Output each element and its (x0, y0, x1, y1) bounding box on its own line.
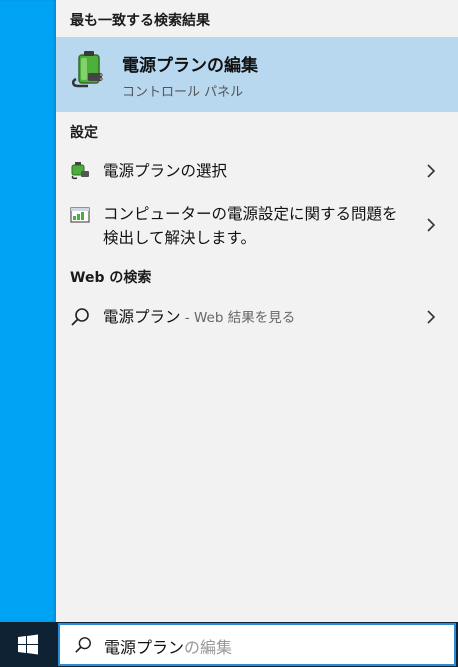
search-autocomplete-text: の編集 (184, 638, 233, 657)
search-icon (71, 308, 89, 326)
power-plan-battery-icon (72, 51, 103, 88)
search-query-text: 電源プランの編集 (104, 634, 232, 658)
best-match-subtitle: コントロール パネル (122, 85, 244, 100)
settings-header: 設定 (70, 125, 98, 141)
chevron-right-icon (427, 164, 436, 178)
start-sidebar (0, 0, 56, 622)
best-match-result[interactable]: 電源プランの編集 コントロール パネル (56, 37, 458, 112)
settings-item-label-line1: コンピューターの電源設定に関する問題を (103, 205, 398, 223)
taskbar: 電源プランの編集 (0, 622, 458, 667)
web-search-suffix: - Web 結果を見る (180, 310, 296, 326)
search-results-panel: 最も一致する検索結果 電源プランの編集 コントロール パネル 設定 電源プランの… (56, 0, 458, 622)
chevron-right-icon (427, 310, 436, 324)
troubleshoot-power-icon (70, 207, 90, 223)
settings-item-label: 電源プランの選択 (103, 162, 228, 180)
web-search-result[interactable]: 電源プラン - Web 結果を見る (56, 301, 458, 333)
best-match-header: 最も一致する検索結果 (70, 13, 210, 29)
best-match-title: 電源プランの編集 (122, 56, 258, 76)
chevron-right-icon (427, 218, 436, 232)
taskbar-search-input[interactable]: 電源プランの編集 (58, 623, 456, 666)
web-search-label: 電源プラン - Web 結果を見る (103, 305, 295, 330)
settings-item-choose-power-plan[interactable]: 電源プランの選択 (56, 155, 458, 187)
search-icon (75, 637, 91, 653)
power-options-icon (71, 162, 89, 180)
settings-item-troubleshoot-power[interactable]: コンピューターの電源設定に関する問題を 検出して解決します。 (56, 198, 458, 252)
settings-item-label-line2: 検出して解決します。 (103, 229, 256, 247)
search-typed-text: 電源プラン (104, 638, 185, 657)
web-search-query: 電源プラン (103, 308, 181, 326)
windows-start-icon[interactable] (0, 622, 56, 667)
web-search-header: Web の検索 (70, 270, 152, 286)
